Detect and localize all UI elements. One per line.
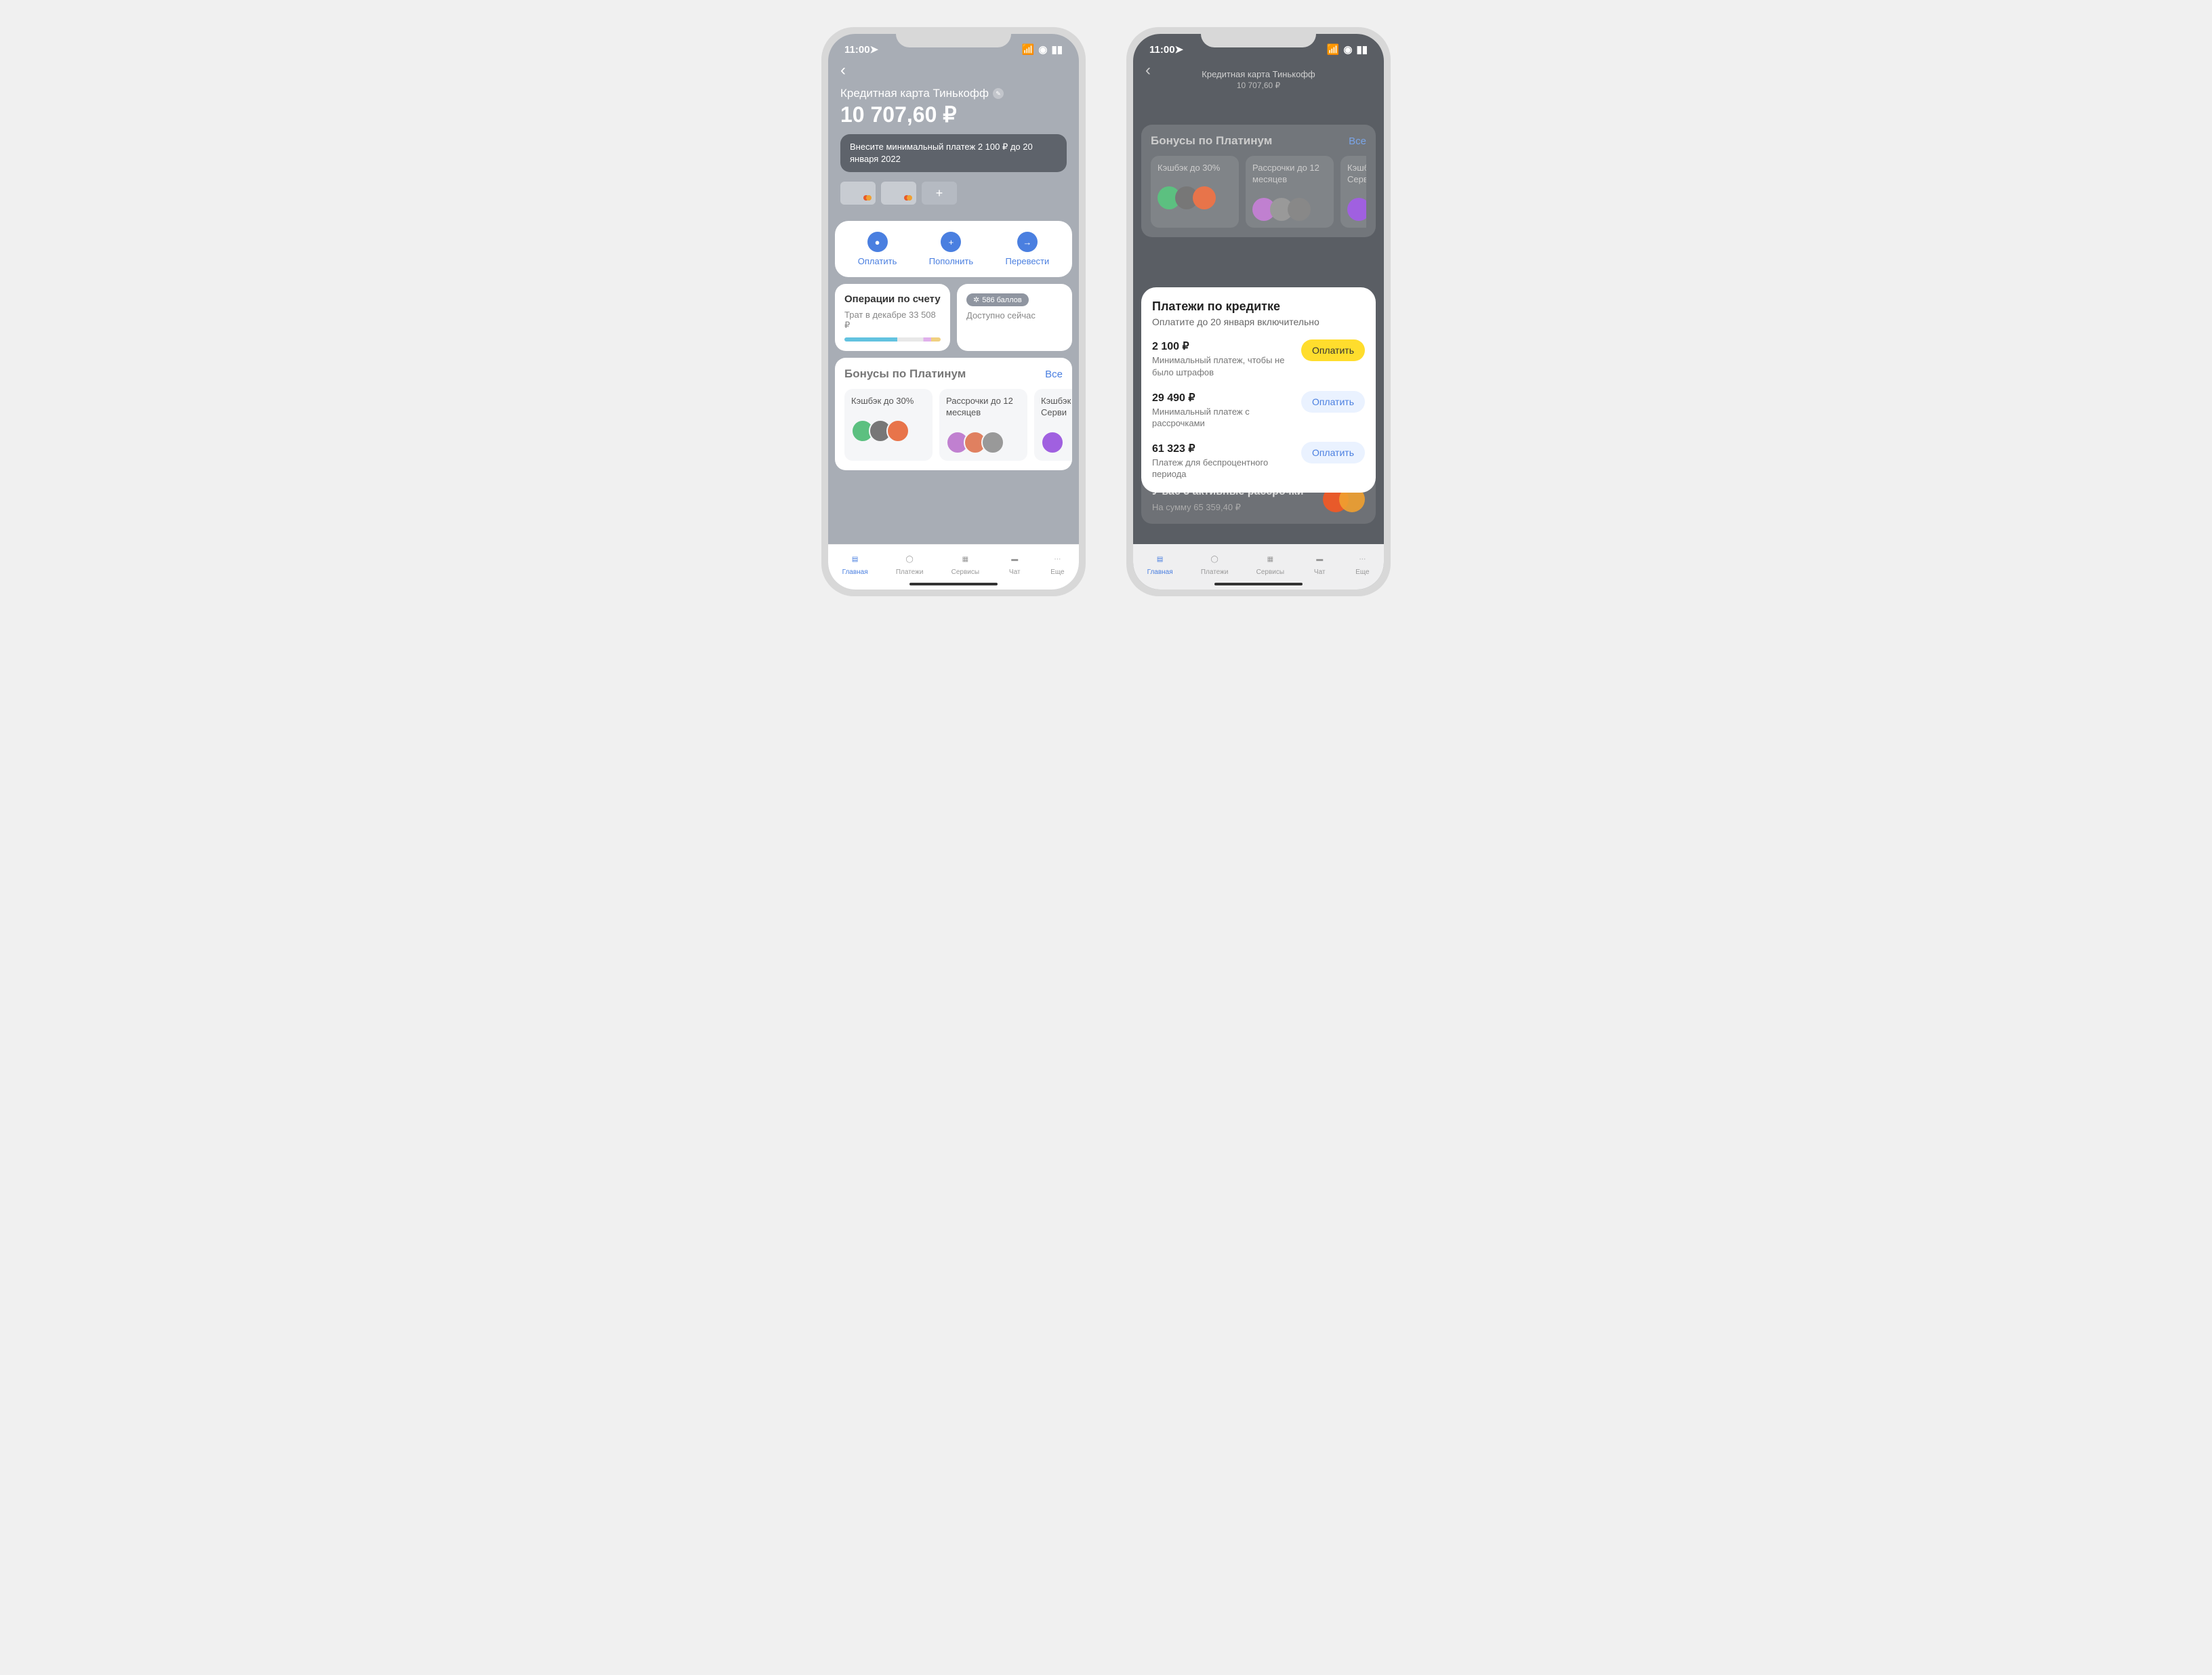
- payments-icon: ◯: [1207, 552, 1222, 566]
- ops-title: Операции по счету: [844, 293, 941, 306]
- bonus-card[interactable]: Кэшбэк до 30%: [1151, 156, 1239, 228]
- bonus-all-link[interactable]: Все: [1349, 136, 1366, 147]
- header-title: Кредитная карта Тинькофф: [1133, 69, 1384, 81]
- header-balance: 10 707,60 ₽: [1133, 81, 1384, 91]
- pay-button-primary[interactable]: Оплатить: [1301, 339, 1365, 361]
- bonus-card[interactable]: Кэшбэк 50% в Серви: [1340, 156, 1366, 228]
- popup-sub: Оплатите до 20 января включительно: [1152, 316, 1365, 327]
- edit-icon[interactable]: ✎: [993, 88, 1004, 99]
- bonus-section-bg: Бонусы по Платинум Все Кэшбэк до 30% Рас…: [1141, 125, 1376, 237]
- signal-icon: 📶: [1327, 43, 1340, 56]
- home-indicator: [1214, 583, 1303, 585]
- tab-chat[interactable]: ▬Чат: [1007, 552, 1022, 576]
- back-button[interactable]: ‹: [828, 56, 1079, 80]
- payments-popup: Платежи по кредитке Оплатите до 20 январ…: [1141, 287, 1376, 492]
- topup-action[interactable]: +Пополнить: [929, 232, 973, 266]
- tab-services[interactable]: ▦Сервисы: [951, 552, 979, 576]
- balance: 10 707,60 ₽: [840, 102, 1067, 127]
- home-indicator: [909, 583, 998, 585]
- payments-icon: ◯: [902, 552, 917, 566]
- bonus-card-cashback[interactable]: Кэшбэк до 30%: [844, 389, 933, 461]
- bonus-title: Бонусы по Платинум: [1151, 134, 1272, 148]
- signal-icon: 📶: [1022, 43, 1035, 56]
- chat-icon: ▬: [1007, 552, 1022, 566]
- payment-option-installment: 29 490 ₽ Минимальный платеж с рассрочкам…: [1152, 391, 1365, 430]
- location-icon: ➤: [870, 43, 879, 56]
- inst-sub: На сумму 65 359,40 ₽: [1152, 502, 1303, 513]
- pay-icon: ●: [867, 232, 888, 252]
- bonus-card-installment[interactable]: Рассрочки до 12 месяцев: [939, 389, 1027, 461]
- home-icon: ▤: [1153, 552, 1168, 566]
- amount: 61 323 ₽: [1152, 442, 1294, 455]
- desc: Платеж для беспроцентного периода: [1152, 457, 1294, 480]
- bonus-card-services[interactable]: Кэшбэк 50% в Серви: [1034, 389, 1072, 461]
- battery-icon: ▮▮: [1051, 43, 1063, 56]
- gear-icon: ✲: [973, 295, 979, 304]
- chat-icon: ▬: [1312, 552, 1327, 566]
- spend-bar: [844, 337, 941, 342]
- battery-icon: ▮▮: [1356, 43, 1368, 56]
- points-badge: ✲586 баллов: [966, 293, 1029, 306]
- desc: Минимальный платеж с рассрочками: [1152, 406, 1294, 430]
- more-icon: ⋯: [1355, 552, 1370, 566]
- actions-card: ●Оплатить +Пополнить →Перевести: [835, 221, 1072, 277]
- pay-button[interactable]: Оплатить: [1301, 442, 1365, 463]
- card-thumb-2[interactable]: [881, 182, 916, 205]
- notch: [1201, 27, 1316, 47]
- amount: 29 490 ₽: [1152, 391, 1294, 405]
- location-icon: ➤: [1175, 43, 1184, 56]
- tab-payments[interactable]: ◯Платежи: [1201, 552, 1229, 576]
- tab-home[interactable]: ▤Главная: [842, 552, 868, 576]
- tab-chat[interactable]: ▬Чат: [1312, 552, 1327, 576]
- payment-notice: Внесите минимальный платеж 2 100 ₽ до 20…: [840, 134, 1067, 172]
- more-icon: ⋯: [1050, 552, 1065, 566]
- amount: 2 100 ₽: [1152, 339, 1294, 353]
- phone-left: 11:00 ➤ 📶 ◉ ▮▮ ‹ Кредитная карта Тинькоф…: [821, 27, 1086, 596]
- desc: Минимальный платеж, чтобы не было штрафо…: [1152, 354, 1294, 378]
- operations-card[interactable]: Операции по счету Трат в декабре 33 508 …: [835, 284, 950, 351]
- arrow-icon: →: [1017, 232, 1038, 252]
- payment-option-full: 61 323 ₽ Платеж для беспроцентного перио…: [1152, 442, 1365, 480]
- services-icon: ▦: [1263, 552, 1277, 566]
- pay-button[interactable]: Оплатить: [1301, 391, 1365, 413]
- tab-home[interactable]: ▤Главная: [1147, 552, 1173, 576]
- add-card-button[interactable]: +: [922, 182, 957, 205]
- phone-right: 11:00 ➤ 📶 ◉ ▮▮ ‹ Кредитная карта Тинькоф…: [1126, 27, 1391, 596]
- points-card[interactable]: ✲586 баллов Доступно сейчас: [957, 284, 1072, 351]
- tab-more[interactable]: ⋯Еще: [1355, 552, 1370, 576]
- tab-services[interactable]: ▦Сервисы: [1256, 552, 1284, 576]
- tab-more[interactable]: ⋯Еще: [1050, 552, 1065, 576]
- tab-payments[interactable]: ◯Платежи: [896, 552, 924, 576]
- bonus-all-link[interactable]: Все: [1045, 369, 1063, 380]
- popup-title: Платежи по кредитке: [1152, 299, 1365, 314]
- wifi-icon: ◉: [1343, 43, 1352, 56]
- bonus-card[interactable]: Рассрочки до 12 месяцев: [1246, 156, 1334, 228]
- transfer-action[interactable]: →Перевести: [1006, 232, 1050, 266]
- payment-option-min: 2 100 ₽ Минимальный платеж, чтобы не был…: [1152, 339, 1365, 378]
- bonus-title: Бонусы по Платинум: [844, 367, 966, 381]
- bonus-section: Бонусы по Платинум Все Кэшбэк до 30% Рас…: [835, 358, 1072, 470]
- points-sub: Доступно сейчас: [966, 310, 1063, 320]
- pay-action[interactable]: ●Оплатить: [858, 232, 897, 266]
- services-icon: ▦: [958, 552, 972, 566]
- wifi-icon: ◉: [1038, 43, 1047, 56]
- notch: [896, 27, 1011, 47]
- plus-icon: +: [941, 232, 961, 252]
- status-time: 11:00: [844, 44, 870, 56]
- status-time: 11:00: [1149, 44, 1175, 56]
- ops-sub: Трат в декабре 33 508 ₽: [844, 310, 941, 331]
- card-title: Кредитная карта Тинькофф: [840, 87, 989, 100]
- card-thumb-1[interactable]: [840, 182, 876, 205]
- home-icon: ▤: [848, 552, 863, 566]
